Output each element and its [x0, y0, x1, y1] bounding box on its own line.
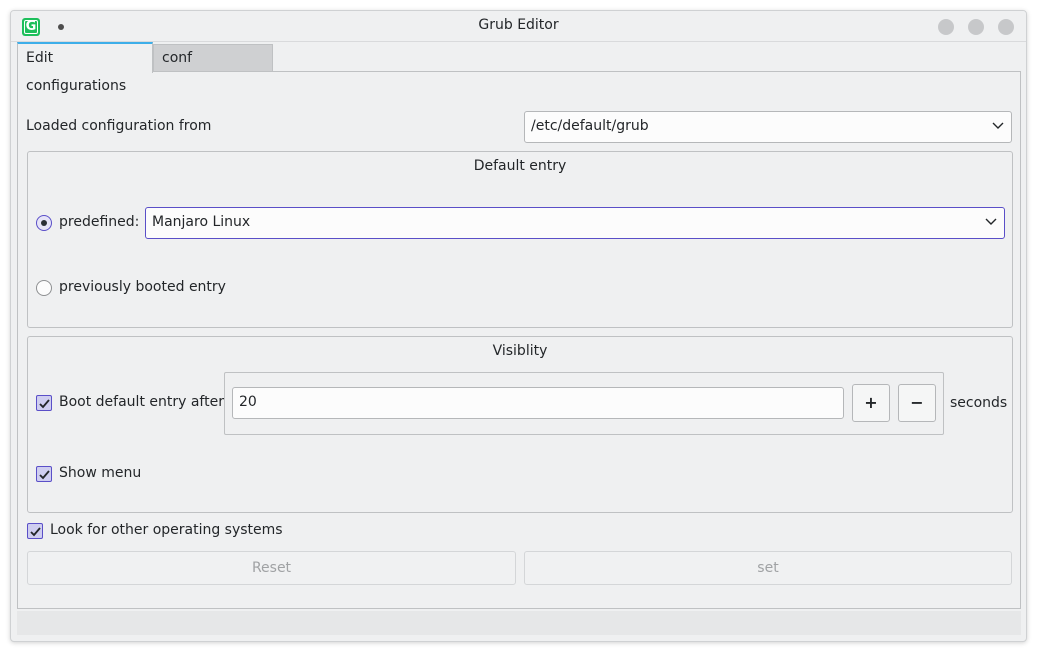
increment-button[interactable]: + — [852, 384, 890, 422]
show-menu-checkbox[interactable] — [36, 466, 52, 482]
tab-edit-configurations[interactable]: Edit configurations — [17, 42, 153, 94]
default-entry-group: Default entry predefined: Manjaro Linux … — [27, 151, 1013, 328]
set-button[interactable]: set — [524, 551, 1012, 585]
previously-booted-label: previously booted entry — [59, 279, 226, 295]
tab-bar: Edit configurations conf snapshots — [17, 42, 417, 94]
window-title: Grub Editor — [478, 17, 559, 33]
loaded-config-label: Loaded configuration from — [26, 118, 212, 134]
predefined-entry-value: Manjaro Linux — [152, 214, 251, 230]
show-menu-label: Show menu — [59, 465, 142, 481]
grub-editor-window: G Grub Editor Edit configurations conf s… — [10, 10, 1027, 642]
config-file-value: /etc/default/grub — [531, 118, 649, 134]
close-icon[interactable] — [998, 19, 1014, 35]
checkmark-icon — [30, 527, 41, 537]
chevron-down-icon — [992, 122, 1004, 129]
os-prober-checkbox[interactable] — [27, 523, 43, 539]
default-entry-title: Default entry — [473, 158, 567, 174]
title-bar[interactable]: G Grub Editor — [11, 11, 1026, 42]
visibility-title: Visiblity — [492, 343, 548, 359]
boot-after-label: Boot default entry after — [59, 394, 224, 410]
visibility-group: Visiblity Boot default entry after 20 + … — [27, 336, 1013, 513]
checkmark-icon — [39, 470, 50, 480]
maximize-icon[interactable] — [968, 19, 984, 35]
predefined-radio[interactable] — [36, 215, 52, 231]
reset-button[interactable]: Reset — [27, 551, 516, 585]
os-prober-label: Look for other operating systems — [50, 522, 283, 538]
status-bar — [17, 611, 1021, 635]
decrement-button[interactable]: − — [898, 384, 936, 422]
boot-after-checkbox[interactable] — [36, 395, 52, 411]
previously-booted-radio[interactable] — [36, 280, 52, 296]
timeout-input[interactable]: 20 — [232, 387, 844, 419]
edit-configurations-panel: Loaded configuration from /etc/default/g… — [17, 71, 1021, 609]
config-file-combobox[interactable]: /etc/default/grub — [524, 111, 1012, 143]
chevron-down-icon — [985, 218, 997, 225]
timeout-spin-frame: 20 + − — [224, 372, 944, 435]
predefined-label: predefined: — [59, 214, 140, 230]
seconds-label: seconds — [950, 395, 1008, 411]
predefined-entry-combobox[interactable]: Manjaro Linux — [145, 207, 1005, 239]
minimize-icon[interactable] — [938, 19, 954, 35]
checkmark-icon — [39, 399, 50, 409]
tab-conf-snapshots[interactable]: conf snapshots — [153, 44, 273, 92]
